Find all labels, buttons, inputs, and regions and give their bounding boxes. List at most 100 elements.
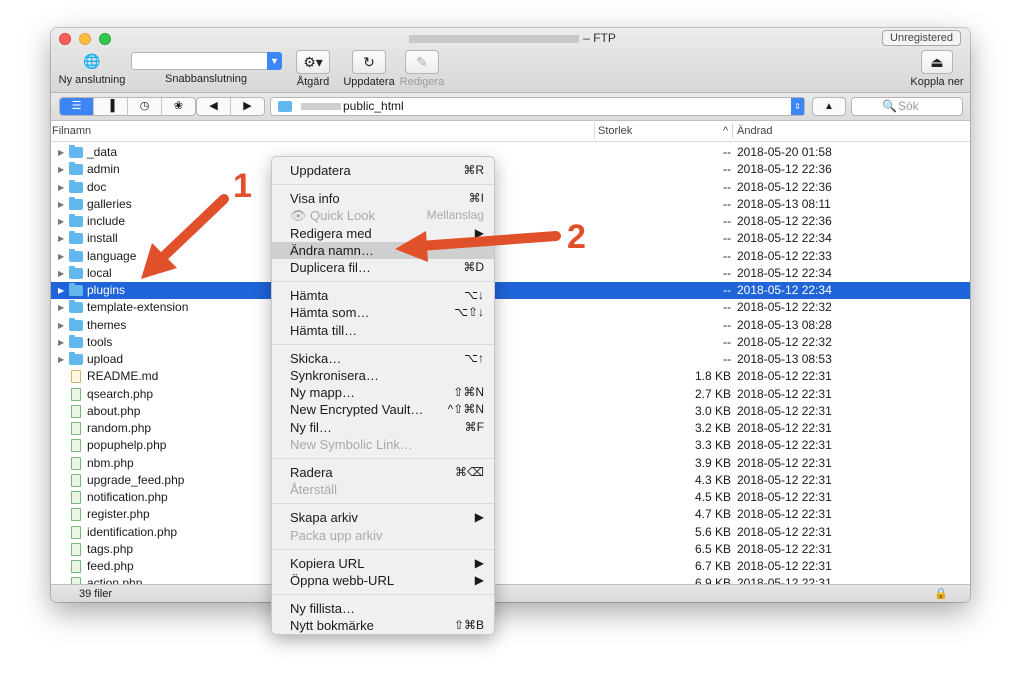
folder-icon bbox=[69, 179, 83, 193]
disclosure-triangle-icon[interactable]: ▶ bbox=[58, 351, 64, 368]
file-row[interactable]: README.md 1.8 KB 2018-05-12 22:31 bbox=[51, 368, 970, 385]
menu-item-synkronisera[interactable]: Synkronisera… bbox=[272, 367, 494, 384]
folder-icon bbox=[278, 101, 292, 112]
path-text: public_html bbox=[343, 99, 404, 113]
file-row[interactable]: upgrade_feed.php 4.3 KB 2018-05-12 22:31 bbox=[51, 472, 970, 489]
disclosure-triangle-icon[interactable]: ▶ bbox=[58, 213, 64, 230]
menu-item-shortcut: ⌘F bbox=[464, 419, 484, 434]
menu-item-skicka[interactable]: Skicka… ⌥↑ bbox=[272, 350, 494, 367]
file-size: -- bbox=[723, 300, 731, 315]
path-selector[interactable]: public_html ⇕ bbox=[270, 97, 805, 116]
file-row[interactable]: tags.php 6.5 KB 2018-05-12 22:31 bbox=[51, 541, 970, 558]
disclosure-triangle-icon[interactable]: ▶ bbox=[58, 334, 64, 351]
forward-button[interactable]: ▶ bbox=[231, 98, 264, 115]
disclosure-triangle-icon[interactable]: ▶ bbox=[58, 282, 64, 299]
file-size: 3.2 KB bbox=[694, 421, 731, 435]
file-date: 2018-05-12 22:31 bbox=[737, 369, 832, 384]
file-row[interactable]: random.php 3.2 KB 2018-05-12 22:31 bbox=[51, 420, 970, 437]
file-date: 2018-05-12 22:31 bbox=[737, 541, 832, 556]
folder-row[interactable]: ▶ plugins -- 2018-05-12 22:34 bbox=[51, 282, 970, 299]
disclosure-triangle-icon[interactable]: ▶ bbox=[58, 299, 64, 316]
edit-button[interactable]: ✎ Redigera bbox=[399, 50, 445, 88]
menu-item-redigera-med[interactable]: Redigera med ▶ bbox=[272, 225, 494, 242]
menu-item-radera[interactable]: Radera ⌘⌫ bbox=[272, 464, 494, 481]
menu-item-hämta-som[interactable]: Hämta som… ⌥⇧↓ bbox=[272, 304, 494, 321]
menu-item-new-encrypted-vault[interactable]: New Encrypted Vault… ^⇧⌘N bbox=[272, 401, 494, 418]
menu-item-ny-fillista[interactable]: Ny fillista… bbox=[272, 600, 494, 617]
folder-row[interactable]: ▶ template-extension -- 2018-05-12 22:32 bbox=[51, 299, 970, 316]
file-name: local bbox=[87, 265, 112, 280]
file-row[interactable]: qsearch.php 2.7 KB 2018-05-12 22:31 bbox=[51, 386, 970, 403]
file-size: 2.7 KB bbox=[694, 386, 731, 401]
menu-item-ny-mapp[interactable]: Ny mapp… ⇧⌘N bbox=[272, 384, 494, 401]
file-row[interactable]: notification.php 4.5 KB 2018-05-12 22:31 bbox=[51, 489, 970, 506]
history-nav-segment[interactable]: ◀ ▶ bbox=[196, 97, 265, 116]
file-row[interactable]: action.php 6.9 KB 2018-05-12 22:31 bbox=[51, 575, 970, 584]
disconnect-button[interactable]: ⏏ Koppla ner bbox=[907, 50, 967, 88]
chevron-down-icon[interactable]: ▼ bbox=[267, 52, 282, 70]
menu-item-skapa-arkiv[interactable]: Skapa arkiv ▶ bbox=[272, 509, 494, 526]
disclosure-triangle-icon[interactable]: ▶ bbox=[58, 196, 64, 213]
bonjour-icon[interactable]: ❀ bbox=[162, 98, 195, 115]
menu-item-visa-info[interactable]: Visa info ⌘I bbox=[272, 190, 494, 207]
menu-item-label: Öppna webb-URL bbox=[290, 573, 395, 588]
path-dropdown-icon[interactable]: ⇕ bbox=[791, 98, 804, 115]
history-icon[interactable]: ◷ bbox=[128, 98, 162, 115]
action-button[interactable]: ⚙▾ Åtgärd bbox=[292, 50, 334, 88]
menu-item-duplicera-fil[interactable]: Duplicera fil… ⌘D bbox=[272, 259, 494, 276]
disclosure-triangle-icon[interactable]: ▶ bbox=[58, 230, 64, 247]
folder-row[interactable]: ▶ install -- 2018-05-12 22:34 bbox=[51, 230, 970, 247]
file-row[interactable]: nbm.php 3.9 KB 2018-05-12 22:31 bbox=[51, 455, 970, 472]
disclosure-triangle-icon[interactable]: ▶ bbox=[58, 179, 64, 196]
menu-item-uppdatera[interactable]: Uppdatera ⌘R bbox=[272, 162, 494, 179]
column-size[interactable]: Storlek bbox=[598, 125, 632, 137]
menu-item-ändra-namn[interactable]: Ändra namn… bbox=[272, 241, 494, 259]
menu-item-kopiera-url[interactable]: Kopiera URL ▶ bbox=[272, 555, 494, 572]
folder-row[interactable]: ▶ language -- 2018-05-12 22:33 bbox=[51, 248, 970, 265]
new-connection-button[interactable]: 🌐 Ny anslutning bbox=[57, 50, 127, 86]
column-filename[interactable]: Filnamn bbox=[52, 125, 91, 137]
folder-row[interactable]: ▶ doc -- 2018-05-12 22:36 bbox=[51, 179, 970, 196]
view-segment[interactable]: ☰ ▐ ◷ ❀ bbox=[59, 97, 196, 116]
search-field[interactable]: 🔍 Sök bbox=[851, 97, 963, 116]
menu-item-hämta-till[interactable]: Hämta till… bbox=[272, 322, 494, 339]
file-row[interactable]: feed.php 6.7 KB 2018-05-12 22:31 bbox=[51, 558, 970, 575]
column-modified[interactable]: Ändrad bbox=[737, 125, 772, 137]
folder-row[interactable]: ▶ _data -- 2018-05-20 01:58 bbox=[51, 144, 970, 161]
menu-item-öppna-webb-url[interactable]: Öppna webb-URL ▶ bbox=[272, 572, 494, 589]
folder-row[interactable]: ▶ local -- 2018-05-12 22:34 bbox=[51, 265, 970, 282]
disclosure-triangle-icon[interactable]: ▶ bbox=[58, 161, 64, 178]
quick-connect-input[interactable] bbox=[131, 52, 274, 70]
file-size: -- bbox=[723, 283, 731, 297]
ftp-window: – FTP Unregistered 🌐 Ny anslutning ▼ Sna… bbox=[51, 28, 970, 602]
folder-row[interactable]: ▶ tools -- 2018-05-12 22:32 bbox=[51, 334, 970, 351]
file-row[interactable]: identification.php 5.6 KB 2018-05-12 22:31 bbox=[51, 524, 970, 541]
disclosure-triangle-icon[interactable]: ▶ bbox=[58, 317, 64, 334]
folder-row[interactable]: ▶ admin -- 2018-05-12 22:36 bbox=[51, 161, 970, 178]
menu-item-label: Quick Look bbox=[310, 208, 376, 224]
file-date: 2018-05-12 22:31 bbox=[737, 559, 832, 573]
menu-item-nytt-bokmärke[interactable]: Nytt bokmärke ⇧⌘B bbox=[272, 617, 494, 634]
file-row[interactable]: popuphelp.php 3.3 KB 2018-05-12 22:31 bbox=[51, 437, 970, 454]
parent-folder-button[interactable]: ▲ bbox=[812, 97, 846, 116]
browser-view-icon[interactable]: ☰ bbox=[60, 98, 94, 115]
unregistered-button[interactable]: Unregistered bbox=[882, 30, 961, 46]
file-size: -- bbox=[723, 162, 731, 177]
menu-item-hämta[interactable]: Hämta ⌥↓ bbox=[272, 287, 494, 304]
file-name: popuphelp.php bbox=[87, 438, 167, 453]
folder-row[interactable]: ▶ upload -- 2018-05-13 08:53 bbox=[51, 351, 970, 368]
bookmarks-icon[interactable]: ▐ bbox=[94, 98, 128, 115]
disclosure-triangle-icon[interactable]: ▶ bbox=[58, 265, 64, 282]
folder-row[interactable]: ▶ themes -- 2018-05-13 08:28 bbox=[51, 317, 970, 334]
file-row[interactable]: about.php 3.0 KB 2018-05-12 22:31 bbox=[51, 403, 970, 420]
disclosure-triangle-icon[interactable]: ▶ bbox=[58, 248, 64, 265]
folder-row[interactable]: ▶ include -- 2018-05-12 22:36 bbox=[51, 213, 970, 230]
back-button[interactable]: ◀ bbox=[197, 98, 231, 115]
menu-separator bbox=[272, 594, 494, 596]
file-row[interactable]: register.php 4.7 KB 2018-05-12 22:31 bbox=[51, 506, 970, 523]
disclosure-triangle-icon[interactable]: ▶ bbox=[58, 144, 64, 161]
quick-connect-combo[interactable]: ▼ bbox=[131, 52, 282, 70]
refresh-button[interactable]: ↻ Uppdatera bbox=[341, 50, 397, 88]
folder-row[interactable]: ▶ galleries -- 2018-05-13 08:11 bbox=[51, 196, 970, 213]
menu-item-ny-fil[interactable]: Ny fil… ⌘F bbox=[272, 419, 494, 436]
